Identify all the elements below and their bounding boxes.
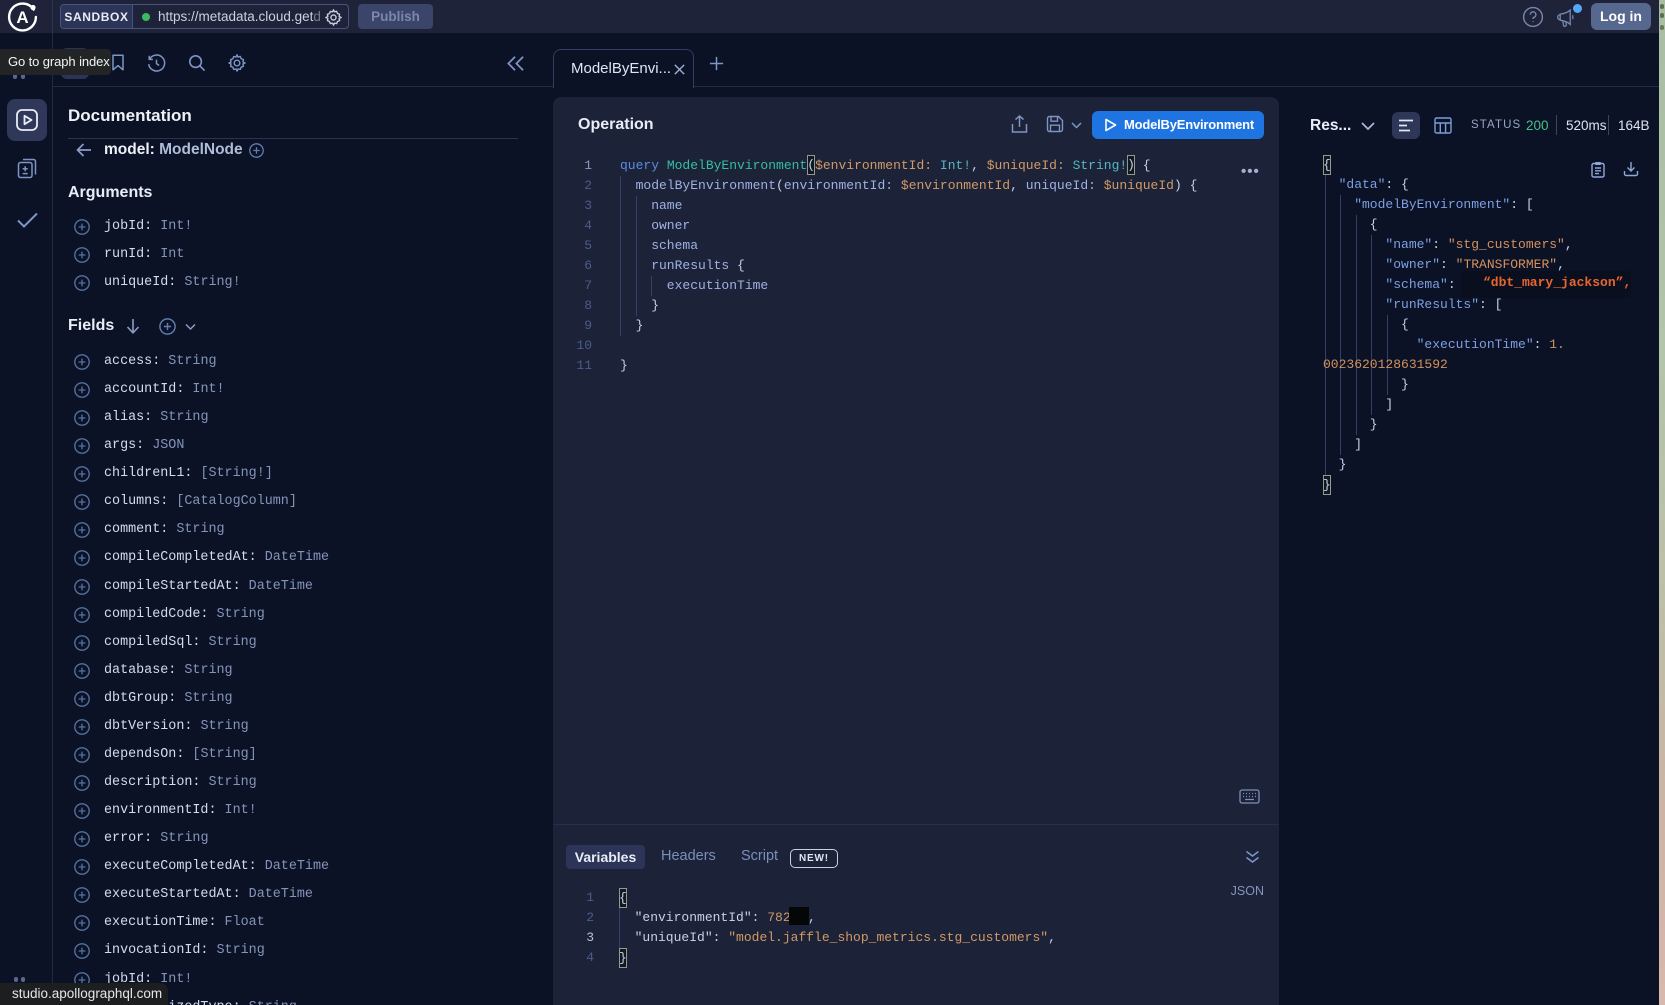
svg-text:A: A <box>16 8 28 27</box>
